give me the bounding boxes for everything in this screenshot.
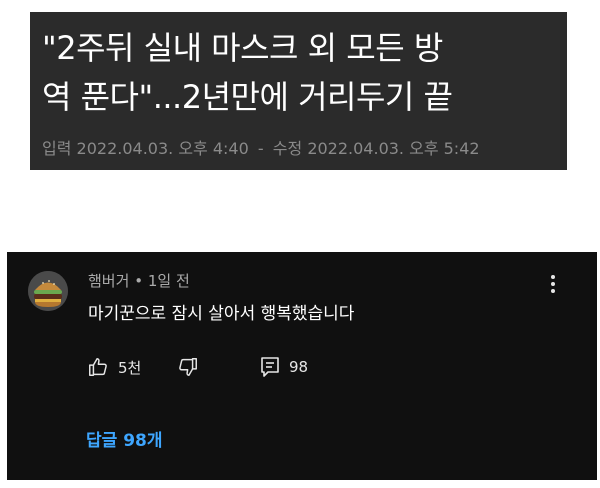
article-title-line-2: 역 푼다"...2년만에 거리두기 끝 — [42, 78, 453, 116]
header-dot: • — [134, 272, 144, 290]
reply-button[interactable]: 98 — [260, 354, 308, 380]
input-label: 입력 — [42, 139, 72, 158]
article-meta: 입력 2022.04.03. 오후 4:40 - 수정 2022.04.03. … — [42, 135, 480, 159]
like-count: 5천 — [118, 358, 142, 377]
news-article-header: "2주뒤 실내 마스크 외 모든 방 역 푼다"...2년만에 거리두기 끝 입… — [30, 12, 567, 170]
reply-count: 98 — [289, 358, 309, 376]
more-options-icon[interactable] — [545, 272, 561, 296]
comment-header: 햄버거 • 1일 전 — [88, 270, 190, 291]
thumbs-up-icon — [89, 358, 107, 376]
like-button[interactable]: 5천 — [87, 354, 141, 380]
dislike-button[interactable] — [177, 354, 199, 380]
comment-text: 마기꾼으로 잠시 살아서 행복했습니다 — [88, 304, 355, 324]
thumbs-down-icon — [179, 358, 197, 376]
input-time: 2022.04.03. 오후 4:40 — [76, 139, 249, 158]
comment-age[interactable]: 1일 전 — [148, 272, 190, 290]
edit-time: 2022.04.03. 오후 5:42 — [307, 139, 480, 158]
edit-label: 수정 — [272, 139, 303, 158]
article-title-line-1: "2주뒤 실내 마스크 외 모든 방 — [42, 29, 443, 67]
reply-comment-icon — [261, 357, 279, 377]
article-title: "2주뒤 실내 마스크 외 모든 방 역 푼다"...2년만에 거리두기 끝 — [42, 24, 562, 122]
author-name[interactable]: 햄버거 — [88, 272, 129, 290]
view-replies-link[interactable]: 답글 98개 — [86, 426, 163, 451]
youtube-comment: 햄버거 • 1일 전 마기꾼으로 잠시 살아서 행복했습니다 5천 98 답글 … — [7, 252, 597, 480]
burger-avatar-icon — [28, 271, 68, 311]
meta-separator: - — [257, 139, 264, 158]
avatar[interactable] — [28, 271, 68, 311]
